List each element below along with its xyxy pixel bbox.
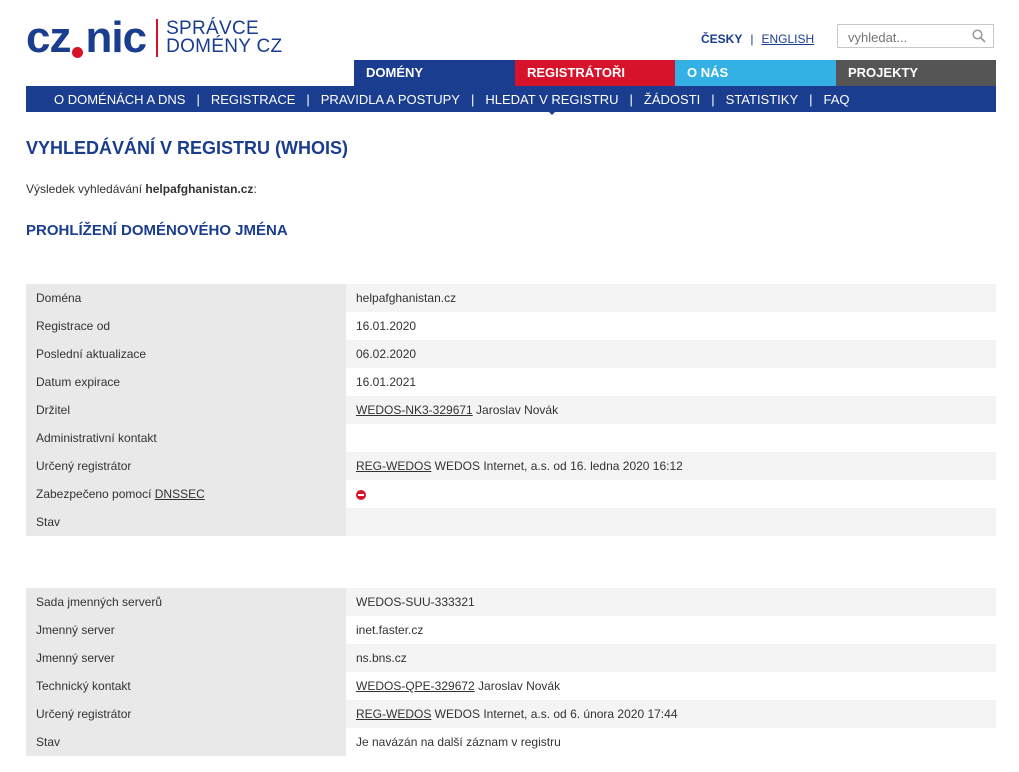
tech-contact-link[interactable]: WEDOS-QPE-329672 — [356, 679, 475, 693]
page-title: VYHLEDÁVÁNÍ V REGISTRU (WHOIS) — [26, 138, 349, 158]
table-row: Administrativní kontakt — [26, 424, 996, 452]
table-row: Registrace od 16.01.2020 — [26, 312, 996, 340]
row-label: Datum expirace — [26, 368, 346, 396]
row-value — [346, 424, 996, 452]
row-value: inet.faster.cz — [346, 616, 996, 644]
row-label: Držitel — [26, 396, 346, 424]
table-row: Určený registrátor REG-WEDOS WEDOS Inter… — [26, 700, 996, 728]
subnav-statistiky[interactable]: STATISTIKY — [726, 92, 798, 107]
row-value: WEDOS-NK3-329671 Jaroslav Novák — [346, 396, 996, 424]
table-row: Jmenný server ns.bns.cz — [26, 644, 996, 672]
table-row: Stav — [26, 508, 996, 536]
table-row: Jmenný server inet.faster.cz — [26, 616, 996, 644]
logo-dot — [72, 47, 84, 58]
table-row: Držitel WEDOS-NK3-329671 Jaroslav Novák — [26, 396, 996, 424]
table-row: Technický kontakt WEDOS-QPE-329672 Jaros… — [26, 672, 996, 700]
cznic-logo[interactable]: cz nic SPRÁVCE DOMÉNY CZ — [26, 16, 282, 60]
domain-info-table: Doména helpafghanistan.cz Registrace od … — [26, 284, 996, 536]
row-value: ns.bns.cz — [346, 644, 996, 672]
row-label: Technický kontakt — [26, 672, 346, 700]
subnav-registrace[interactable]: REGISTRACE — [211, 92, 296, 107]
row-value: helpafghanistan.cz — [346, 284, 996, 312]
row-value: Je navázán na další záznam v registru — [346, 728, 996, 756]
logo-subtitle: SPRÁVCE DOMÉNY CZ — [166, 18, 283, 57]
table-row: Zabezpečeno pomocí DNSSEC — [26, 480, 996, 508]
table-row: Datum expirace 16.01.2021 — [26, 368, 996, 396]
subnav-zadosti[interactable]: ŽÁDOSTI — [644, 92, 700, 107]
row-label: Určený registrátor — [26, 452, 346, 480]
search-result-line: Výsledek vyhledávání helpafghanistan.cz: — [26, 182, 257, 196]
lang-english[interactable]: ENGLISH — [761, 32, 814, 46]
ns-registrar-link[interactable]: REG-WEDOS — [356, 707, 431, 721]
row-value: 06.02.2020 — [346, 340, 996, 368]
sub-navigation: O DOMÉNÁCH A DNS | REGISTRACE | PRAVIDLA A… — [26, 86, 996, 115]
row-value: 16.01.2020 — [346, 312, 996, 340]
dnssec-link[interactable]: DNSSEC — [155, 487, 205, 501]
lang-separator: | — [750, 32, 754, 46]
registrar-link[interactable]: REG-WEDOS — [356, 459, 431, 473]
row-value — [346, 480, 996, 508]
section-title: PROHLÍŽENÍ DOMÉNOVÉHO JMÉNA — [26, 222, 288, 239]
row-label: Sada jmenných serverů — [26, 588, 346, 616]
tab-registratori[interactable]: REGISTRÁTOŘI — [515, 60, 675, 86]
no-entry-icon — [356, 489, 366, 500]
row-label: Administrativní kontakt — [26, 424, 346, 452]
search-box — [837, 24, 994, 48]
top-navigation: DOMÉNY REGISTRÁTOŘI O NÁS PROJEKTY — [354, 60, 996, 86]
row-value: WEDOS-SUU-333321 — [346, 588, 996, 616]
logo-brand: cz nic — [26, 13, 147, 62]
search-input[interactable] — [846, 26, 970, 48]
subnav-pravidla[interactable]: PRAVIDLA A POSTUPY — [321, 92, 460, 107]
row-label: Jmenný server — [26, 644, 346, 672]
table-row: Poslední aktualizace 06.02.2020 — [26, 340, 996, 368]
row-value: 16.01.2021 — [346, 368, 996, 396]
tab-domeny[interactable]: DOMÉNY — [354, 60, 515, 86]
row-label: Stav — [26, 508, 346, 536]
table-row: Sada jmenných serverů WEDOS-SUU-333321 — [26, 588, 996, 616]
language-switcher: ČESKY | ENGLISH — [701, 32, 814, 46]
result-query: helpafghanistan.cz — [145, 182, 254, 196]
lang-czech[interactable]: ČESKY — [701, 32, 742, 46]
subnav-hledat[interactable]: HLEDAT V REGISTRU — [485, 92, 619, 115]
row-value: REG-WEDOS WEDOS Internet, a.s. od 16. le… — [346, 452, 996, 480]
nameserver-info-table: Sada jmenných serverů WEDOS-SUU-333321 J… — [26, 588, 996, 756]
holder-contact-link[interactable]: WEDOS-NK3-329671 — [356, 403, 473, 417]
tab-projekty[interactable]: PROJEKTY — [836, 60, 996, 86]
row-value — [346, 508, 996, 536]
row-value: WEDOS-QPE-329672 Jaroslav Novák — [346, 672, 996, 700]
table-row: Stav Je navázán na další záznam v regist… — [26, 728, 996, 756]
subnav-o-domenach[interactable]: O DOMÉNÁCH A DNS — [54, 92, 185, 107]
row-label: Určený registrátor — [26, 700, 346, 728]
subnav-faq[interactable]: FAQ — [824, 92, 850, 107]
row-label: Jmenný server — [26, 616, 346, 644]
magnifier-icon[interactable] — [972, 29, 986, 43]
row-label: Poslední aktualizace — [26, 340, 346, 368]
table-row: Doména helpafghanistan.cz — [26, 284, 996, 312]
logo-separator — [156, 19, 159, 57]
row-value: REG-WEDOS WEDOS Internet, a.s. od 6. úno… — [346, 700, 996, 728]
tab-o-nas[interactable]: O NÁS — [675, 60, 836, 86]
row-label: Zabezpečeno pomocí DNSSEC — [26, 480, 346, 508]
row-label: Stav — [26, 728, 346, 756]
row-label: Doména — [26, 284, 346, 312]
row-label: Registrace od — [26, 312, 346, 340]
table-row: Určený registrátor REG-WEDOS WEDOS Inter… — [26, 452, 996, 480]
